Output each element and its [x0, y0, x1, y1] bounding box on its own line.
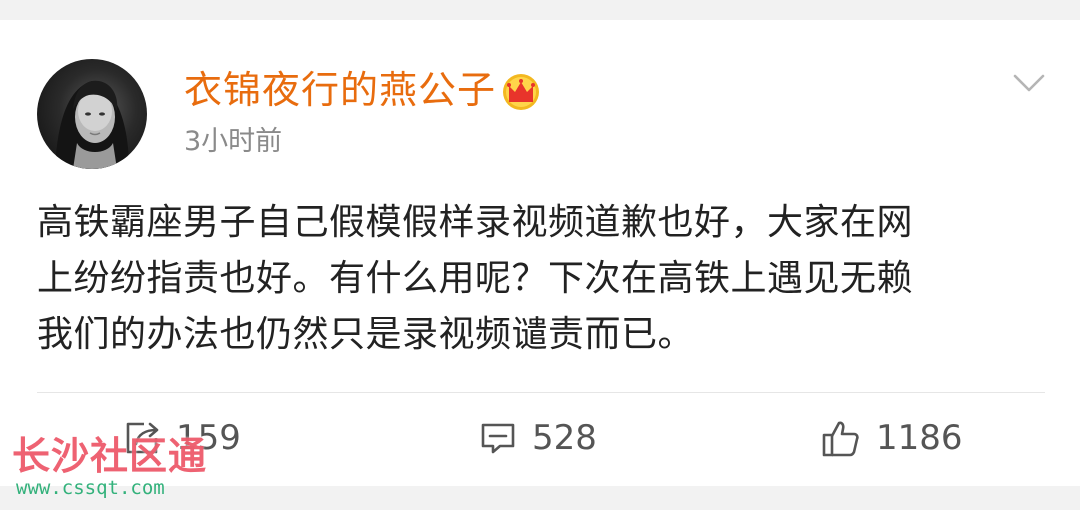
- comment-count: 528: [532, 418, 597, 458]
- top-separator: [0, 0, 1080, 20]
- author-name[interactable]: 衣锦夜行的燕公子: [184, 64, 496, 116]
- crown-icon: [500, 72, 542, 112]
- post-text-line: 高铁霸座男子自己假模假样录视频道歉也好，大家在网: [37, 202, 914, 243]
- divider: [37, 392, 1045, 393]
- weibo-post-card: 衣锦夜行的燕公子 3小时前 高铁霸座男子自己假模假样录视频道歉也好，大家在网 上…: [0, 0, 1080, 510]
- post-body: 高铁霸座男子自己假模假样录视频道歉也好，大家在网 上纷纷指责也好。有什么用呢？下…: [37, 195, 1047, 363]
- post-text-line: 上纷纷指责也好。有什么用呢？下次在高铁上遇见无赖: [37, 258, 914, 299]
- comment-icon: [481, 423, 515, 454]
- repost-count: 159: [176, 418, 241, 458]
- repost-button[interactable]: 159: [122, 412, 241, 464]
- avatar-portrait-icon: [55, 80, 129, 169]
- avatar[interactable]: [37, 59, 147, 169]
- like-button[interactable]: 1186: [820, 412, 963, 464]
- like-count: 1186: [876, 418, 963, 458]
- thumbs-up-icon: [822, 421, 859, 457]
- post-timestamp: 3小时前: [184, 126, 283, 157]
- post-text-line: 我们的办法也仍然只是录视频谴责而已。: [37, 314, 695, 355]
- chevron-down-icon[interactable]: [1012, 70, 1046, 96]
- repost-icon: [126, 422, 159, 454]
- bottom-separator: [0, 486, 1080, 510]
- comment-button[interactable]: 528: [478, 412, 597, 464]
